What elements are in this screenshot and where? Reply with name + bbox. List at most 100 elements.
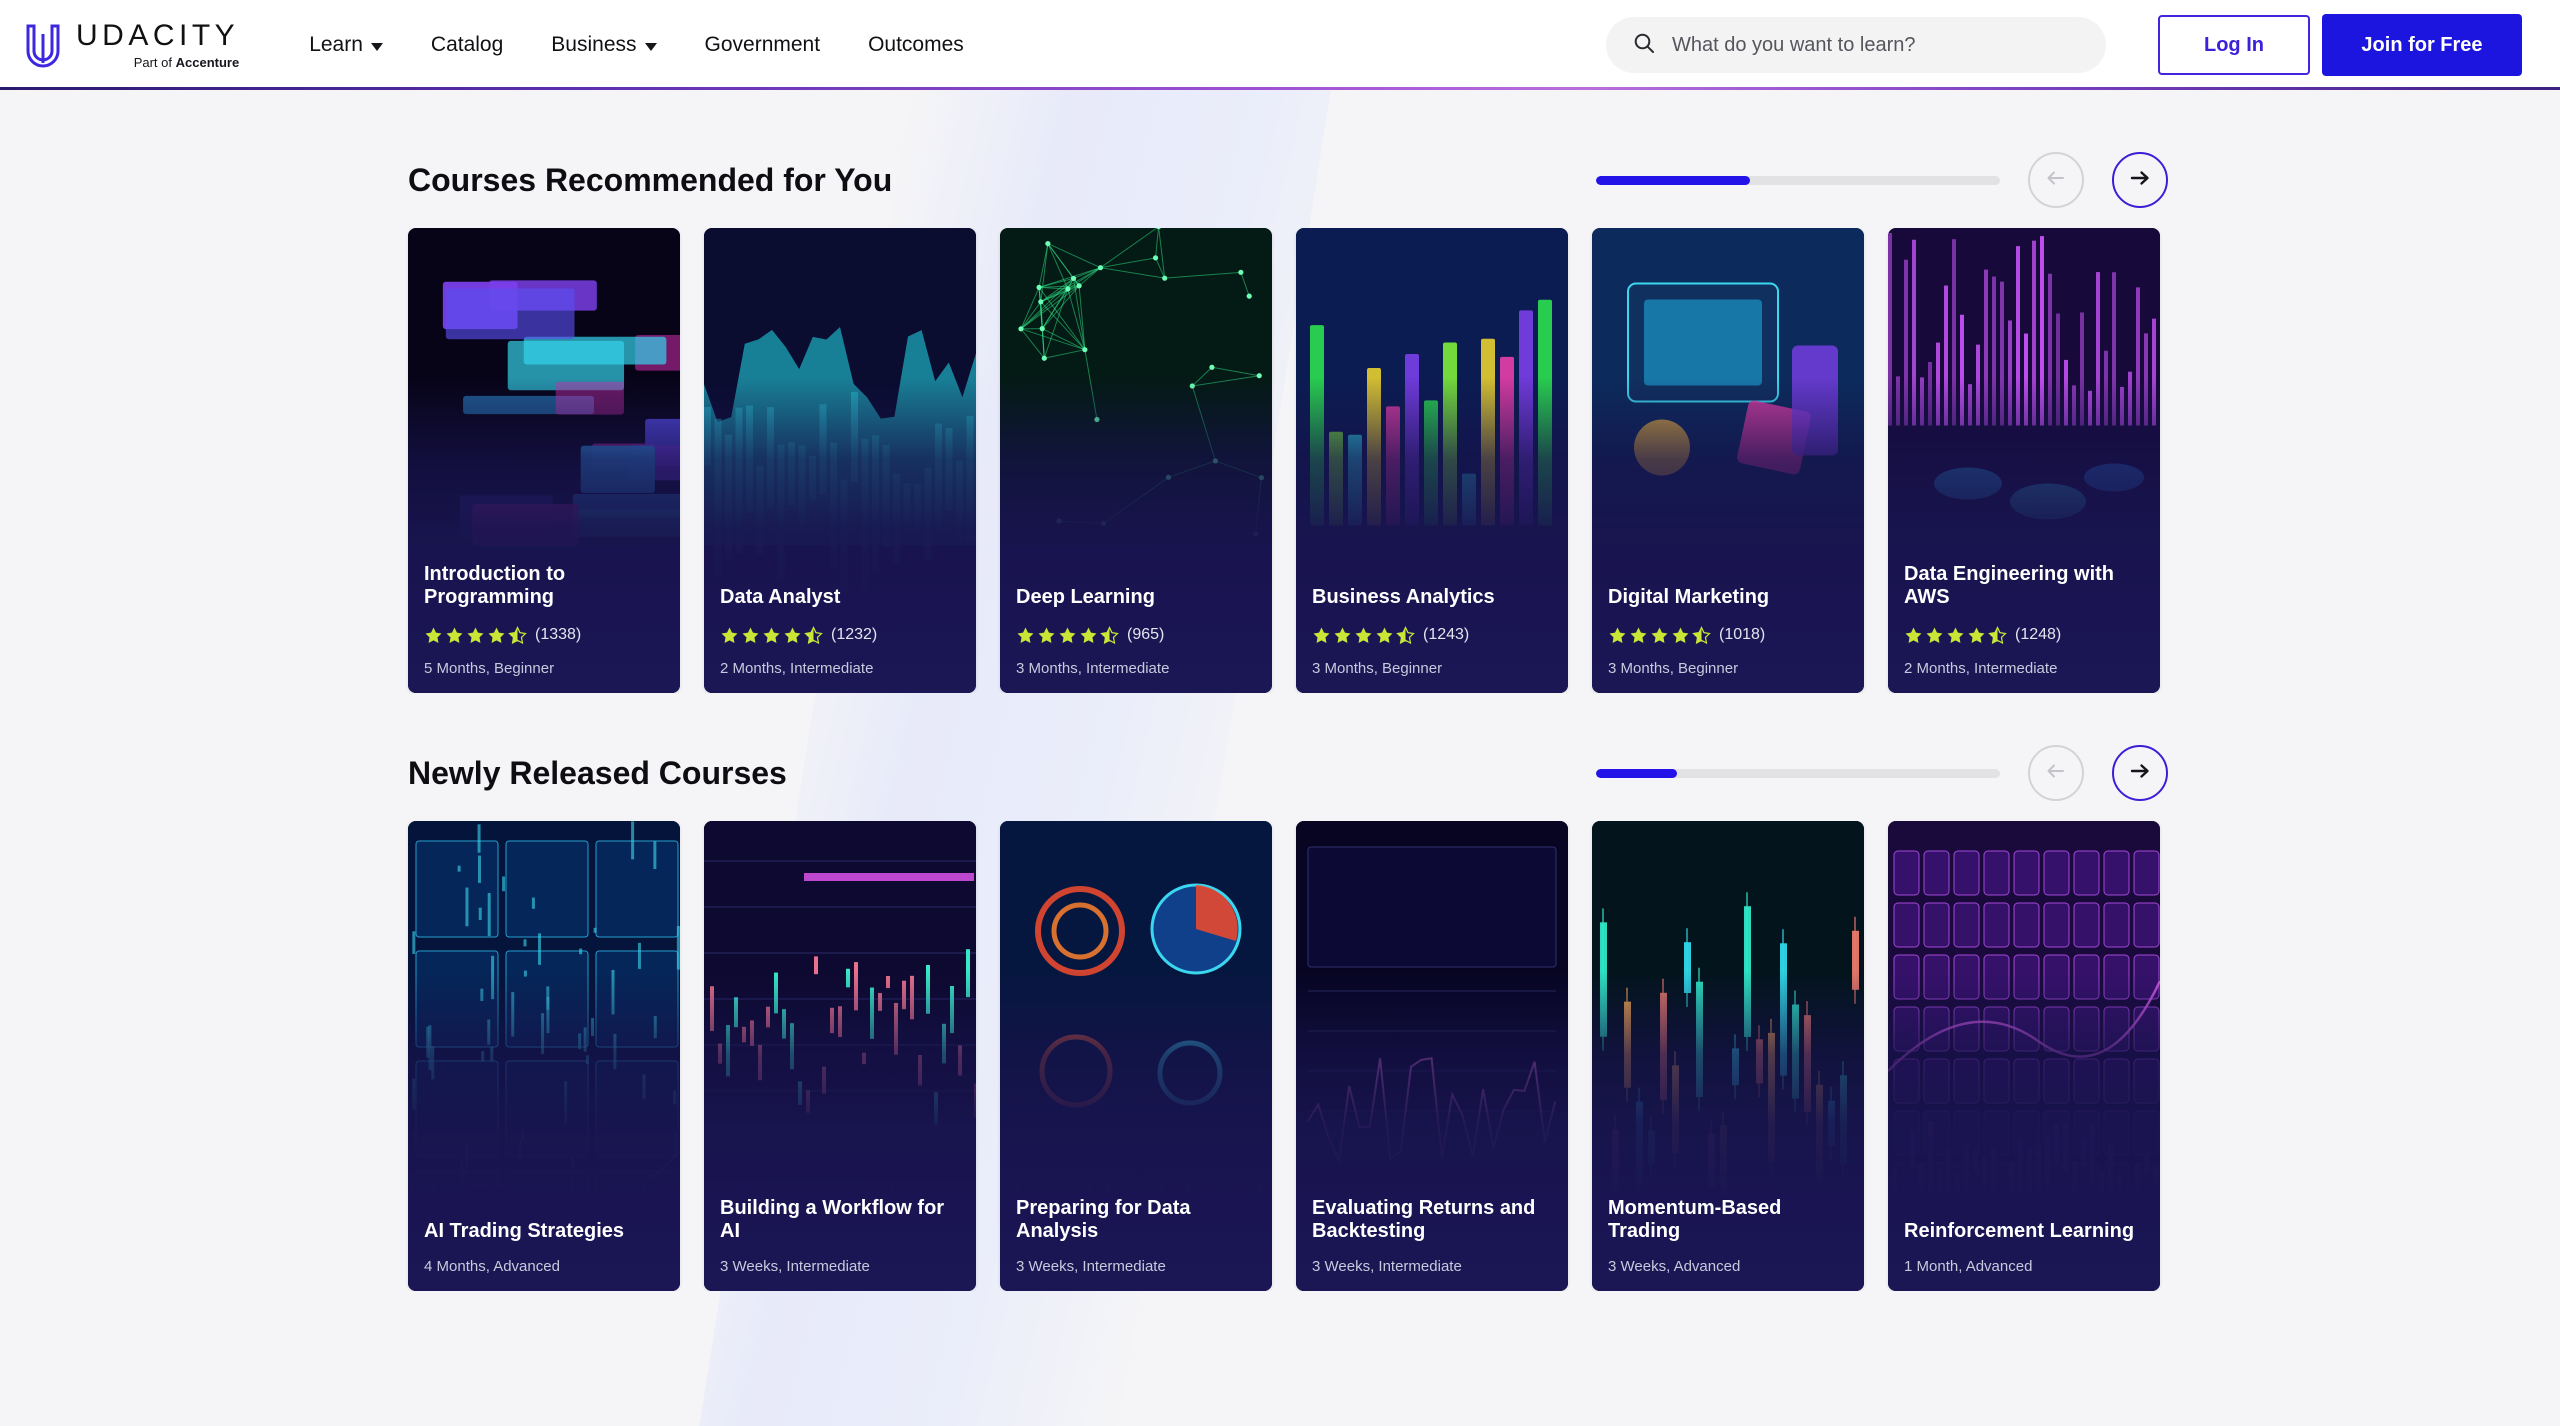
course-title: Data Engineering with AWS [1904,562,2115,609]
course-title: Digital Marketing [1608,586,1770,609]
login-button[interactable]: Log In [2158,15,2310,75]
course-card[interactable]: Digital Marketing (1018) 3 Months, Begin… [1592,228,1864,693]
header-accent-line [0,87,2560,90]
nav-label: Business [551,33,637,56]
arrow-left-icon [2043,165,2069,196]
carousel-prev-button[interactable] [2028,152,2084,208]
rating-count: (1232) [831,626,878,643]
nav-item-business[interactable]: Business [527,23,680,67]
course-title: Data Analyst [720,586,841,609]
main-navigation: Learn Catalog Business Government Outcom… [285,23,988,67]
course-rating: (1018) [1608,624,1848,646]
rating-count: (1338) [535,626,582,643]
course-meta: 3 Weeks, Intermediate [720,1258,870,1275]
course-rating: (965) [1016,624,1256,646]
brand-logo[interactable]: UDACITY Part of Accenture [24,18,285,71]
section-header: Newly Released Courses [0,725,2560,821]
star-rating-icon [1016,625,1119,645]
search-icon [1632,31,1656,60]
section-recommended: Courses Recommended for You Introduction… [0,90,2560,693]
course-card-body: Preparing for Data Analysis 3 Weeks, Int… [1000,1197,1272,1291]
star-rating-icon [1608,625,1711,645]
brand-subtitle: Part of Accenture [133,55,240,71]
nav-item-government[interactable]: Government [681,23,845,67]
course-meta: 5 Months, Beginner [424,660,555,677]
course-card[interactable]: Data Analyst (1232) 2 Months, Intermedia… [704,228,976,693]
course-title: Building a Workflow for AI [720,1196,945,1243]
nav-label: Government [704,33,821,56]
course-card-body: Building a Workflow for AI 3 Weeks, Inte… [704,1197,976,1291]
page-root: UDACITY Part of Accenture Learn Catalog … [0,0,2560,1426]
course-meta: 3 Months, Intermediate [1016,660,1170,677]
arrow-left-icon [2043,758,2069,789]
course-card-body: Introduction to Programming (1338) 5 Mon… [408,563,680,693]
carousel-progress-bar[interactable] [1596,175,2000,185]
course-card[interactable]: Evaluating Returns and Backtesting 3 Wee… [1296,821,1568,1291]
course-card-body: Reinforcement Learning 1 Month, Advanced [1888,1220,2160,1291]
carousel-prev-button[interactable] [2028,745,2084,801]
course-card-body: Digital Marketing (1018) 3 Months, Begin… [1592,586,1864,693]
course-card[interactable]: Preparing for Data Analysis 3 Weeks, Int… [1000,821,1272,1291]
course-title: AI Trading Strategies [424,1220,625,1243]
course-meta: 2 Months, Intermediate [720,660,874,677]
rating-count: (965) [1127,626,1165,643]
course-meta: 3 Weeks, Intermediate [1016,1258,1166,1275]
nav-item-catalog[interactable]: Catalog [407,23,527,67]
course-card-body: Data Analyst (1232) 2 Months, Intermedia… [704,586,976,693]
nav-item-learn[interactable]: Learn [285,23,407,67]
course-title: Introduction to Programming [424,562,566,609]
carousel-progress-fill [1596,175,1750,185]
chevron-down-icon [644,42,657,51]
search-input[interactable] [1672,33,2080,57]
rating-count: (1018) [1719,626,1766,643]
udacity-logo-icon [24,22,62,68]
course-rating: (1243) [1312,624,1552,646]
course-carousel: AI Trading Strategies 4 Months, Advanced… [0,821,2560,1291]
site-header: UDACITY Part of Accenture Learn Catalog … [0,0,2560,90]
course-card-body: Evaluating Returns and Backtesting 3 Wee… [1296,1197,1568,1291]
course-carousel: Introduction to Programming (1338) 5 Mon… [0,228,2560,693]
course-card[interactable]: Data Engineering with AWS (1248) 2 Month… [1888,228,2160,693]
carousel-next-button[interactable] [2112,745,2168,801]
page-title: Courses Recommended for You [408,161,893,198]
course-meta: 3 Months, Beginner [1312,660,1443,677]
carousel-progress-bar[interactable] [1596,768,2000,778]
star-rating-icon [1904,625,2007,645]
course-card-body: Business Analytics (1243) 3 Months, Begi… [1296,586,1568,693]
course-rating: (1338) [424,624,664,646]
course-meta: 3 Weeks, Advanced [1608,1258,1741,1275]
course-card[interactable]: Reinforcement Learning 1 Month, Advanced [1888,821,2160,1291]
course-card[interactable]: Introduction to Programming (1338) 5 Mon… [408,228,680,693]
arrow-right-icon [2127,165,2153,196]
course-title: Evaluating Returns and Backtesting [1312,1196,1536,1243]
nav-item-outcomes[interactable]: Outcomes [844,23,988,67]
star-rating-icon [720,625,823,645]
course-meta: 1 Month, Advanced [1904,1258,2033,1275]
course-meta: 4 Months, Advanced [424,1258,560,1275]
course-title: Preparing for Data Analysis [1016,1196,1191,1243]
course-card-body: Data Engineering with AWS (1248) 2 Month… [1888,563,2160,693]
rating-count: (1248) [2015,626,2062,643]
brand-name: UDACITY [76,18,240,52]
star-rating-icon [1312,625,1415,645]
course-title: Business Analytics [1312,586,1495,609]
course-card[interactable]: Building a Workflow for AI 3 Weeks, Inte… [704,821,976,1291]
nav-label: Learn [309,33,363,56]
star-rating-icon [424,625,527,645]
join-for-free-button[interactable]: Join for Free [2322,14,2522,76]
course-card[interactable]: AI Trading Strategies 4 Months, Advanced [408,821,680,1291]
arrow-right-icon [2127,758,2153,789]
course-title: Momentum-Based Trading [1608,1196,1782,1243]
page-title: Newly Released Courses [408,754,787,791]
course-card[interactable]: Business Analytics (1243) 3 Months, Begi… [1296,228,1568,693]
header-actions: Log In Join for Free [1606,14,2522,76]
carousel-controls [1596,745,2168,801]
course-rating: (1248) [1904,624,2144,646]
course-card-body: Momentum-Based Trading 3 Weeks, Advanced [1592,1197,1864,1291]
course-rating: (1232) [720,624,960,646]
nav-label: Outcomes [868,33,964,56]
course-card[interactable]: Deep Learning (965) 3 Months, Intermedia… [1000,228,1272,693]
carousel-next-button[interactable] [2112,152,2168,208]
course-card[interactable]: Momentum-Based Trading 3 Weeks, Advanced [1592,821,1864,1291]
search-box[interactable] [1606,17,2106,73]
